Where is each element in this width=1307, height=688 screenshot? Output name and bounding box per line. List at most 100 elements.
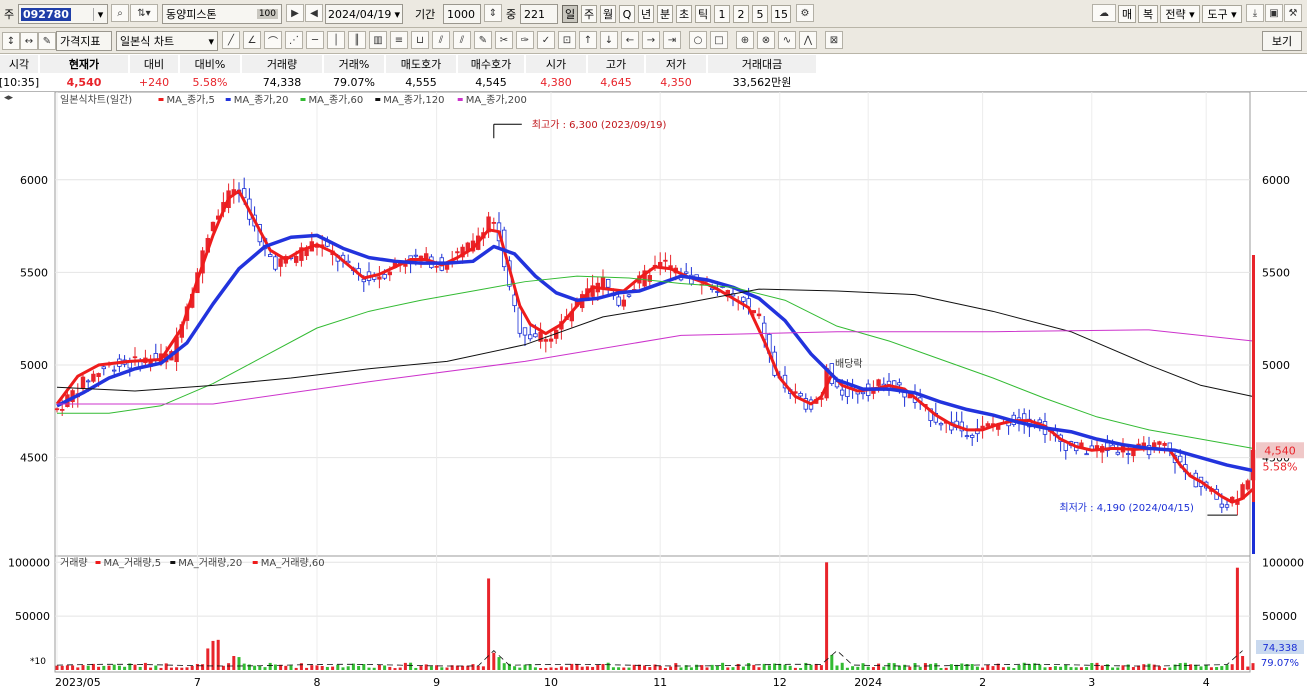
- arc-icon[interactable]: ⌒: [264, 31, 282, 49]
- y-tick-label: 5000: [20, 359, 48, 372]
- volume-bar: [606, 662, 610, 670]
- view-button[interactable]: 보기: [1262, 31, 1302, 51]
- arrow-left-icon[interactable]: ←: [621, 31, 639, 49]
- volume-bar: [752, 664, 756, 670]
- channel-icon[interactable]: ⫽: [432, 31, 450, 49]
- vlines-icon[interactable]: ║: [348, 31, 366, 49]
- clear-icon[interactable]: ⊠: [825, 31, 843, 49]
- quote-value: 5.58%: [192, 75, 228, 89]
- volume-bar: [414, 667, 418, 670]
- zoom-out-icon[interactable]: ⊗: [757, 31, 775, 49]
- volume-bar: [845, 667, 849, 670]
- cut-icon[interactable]: ✂: [495, 31, 513, 49]
- cloud-icon[interactable]: ☁: [1092, 4, 1116, 22]
- zoom-in-icon[interactable]: ⊕: [736, 31, 754, 49]
- interval-button[interactable]: 1: [714, 5, 730, 23]
- interval-button[interactable]: 월: [600, 5, 617, 23]
- volume-bar: [1059, 666, 1063, 670]
- interval-button[interactable]: 초: [676, 5, 693, 23]
- bracket-icon[interactable]: ⊔: [411, 31, 429, 49]
- candle-body: [1115, 451, 1120, 455]
- wave-icon[interactable]: ∿: [778, 31, 796, 49]
- interval-button[interactable]: 년: [638, 5, 655, 23]
- toolbar-button[interactable]: 도구 ▾: [1202, 5, 1242, 23]
- volume-bar: [1079, 667, 1083, 670]
- volume-bar: [622, 667, 626, 670]
- volume-bar: [892, 663, 896, 670]
- grid-icon[interactable]: ▥: [369, 31, 387, 49]
- mid-field[interactable]: 221: [520, 4, 558, 24]
- stock-name-field[interactable]: 동양피스톤 100: [162, 4, 282, 24]
- download-icon[interactable]: ⤓: [1246, 4, 1264, 22]
- jump-icon[interactable]: ⇥: [663, 31, 681, 49]
- volume-bar: [86, 665, 90, 670]
- arrow-up-icon[interactable]: ↑: [579, 31, 597, 49]
- price-indicator-button[interactable]: 가격지표: [56, 31, 112, 51]
- stock-code-field[interactable]: 092780 ▾: [18, 4, 108, 24]
- interval-button[interactable]: 15: [771, 5, 791, 23]
- toolbar-button[interactable]: 매: [1118, 5, 1136, 23]
- interval-button[interactable]: 일: [562, 5, 579, 23]
- check-icon[interactable]: ✓: [537, 31, 555, 49]
- toolbar-button[interactable]: 전략 ▾: [1160, 5, 1200, 23]
- volume-bar: [221, 665, 225, 670]
- pen-icon[interactable]: ✑: [516, 31, 534, 49]
- volume-bar: [1204, 664, 1208, 670]
- volume-bar: [523, 664, 527, 670]
- volume-bar: [981, 667, 985, 670]
- interval-button[interactable]: 분: [657, 5, 674, 23]
- calendar-icon[interactable]: ▾: [394, 8, 400, 21]
- arrow-down-icon[interactable]: ↓: [600, 31, 618, 49]
- interval-button[interactable]: 5: [752, 5, 768, 23]
- arrow-left-right-icon[interactable]: ↔: [20, 32, 38, 50]
- chart-type-select[interactable]: 일본식 차트 ▾: [116, 31, 218, 51]
- spinner-icon[interactable]: ⇕: [484, 4, 502, 22]
- volume-bar: [689, 667, 693, 670]
- peak-icon[interactable]: ⋀: [799, 31, 817, 49]
- circle-icon[interactable]: ○: [689, 31, 707, 49]
- arrow-right-icon[interactable]: →: [642, 31, 660, 49]
- sort-icon[interactable]: ⇅▾: [130, 4, 158, 22]
- date-field[interactable]: 2024/04/19 ▾: [325, 4, 403, 24]
- square-icon[interactable]: □: [710, 31, 728, 49]
- line-icon[interactable]: ╱: [222, 31, 240, 49]
- select-icon[interactable]: ⊡: [558, 31, 576, 49]
- arrow-up-down-icon[interactable]: ↕: [2, 32, 20, 50]
- price-chart[interactable]: ◂▸60006000550055005000500045004500100000…: [0, 92, 1307, 688]
- volume-bar: [1053, 666, 1057, 670]
- volume-bar: [164, 663, 168, 670]
- chevron-down-icon[interactable]: ▾: [93, 7, 107, 21]
- toolbar-button[interactable]: 복: [1138, 5, 1158, 23]
- volume-bar: [445, 667, 449, 670]
- parallel-icon[interactable]: ⫽: [453, 31, 471, 49]
- fan-icon[interactable]: ⋰: [285, 31, 303, 49]
- period-field[interactable]: 1000: [443, 4, 481, 24]
- interval-button[interactable]: 주: [581, 5, 598, 23]
- interval-button[interactable]: 틱: [695, 5, 712, 23]
- volume-bar: [294, 667, 298, 670]
- pencil-icon[interactable]: ✎: [474, 31, 492, 49]
- search-icon[interactable]: ⌕: [111, 4, 129, 22]
- angle-icon[interactable]: ∠: [243, 31, 261, 49]
- save-icon[interactable]: ▣: [1265, 4, 1283, 22]
- candle-body: [101, 366, 106, 370]
- fib-icon[interactable]: ≡: [390, 31, 408, 49]
- volume-bar: [1251, 663, 1255, 670]
- volume-bar: [253, 665, 257, 670]
- interval-button[interactable]: 2: [733, 5, 749, 23]
- candle-body: [1037, 419, 1042, 424]
- interval-button[interactable]: Q: [619, 5, 635, 23]
- low-annotation: 최저가 : 4,190 (2024/04/15): [1059, 502, 1194, 514]
- edit-icon[interactable]: ✎: [38, 32, 56, 50]
- volume-bar: [929, 663, 933, 670]
- vline-icon[interactable]: │: [327, 31, 345, 49]
- wrench-icon[interactable]: ⚒: [1284, 4, 1302, 22]
- chevron-down-icon[interactable]: ▾: [208, 35, 214, 48]
- hline-icon[interactable]: ─: [306, 31, 324, 49]
- volume-bar: [346, 666, 350, 670]
- volume-bar: [289, 665, 293, 670]
- play-icon[interactable]: ▶: [286, 4, 304, 22]
- settings-icon[interactable]: ⚙: [796, 4, 814, 22]
- candle-body: [491, 222, 496, 224]
- back-icon[interactable]: ◀: [305, 4, 323, 22]
